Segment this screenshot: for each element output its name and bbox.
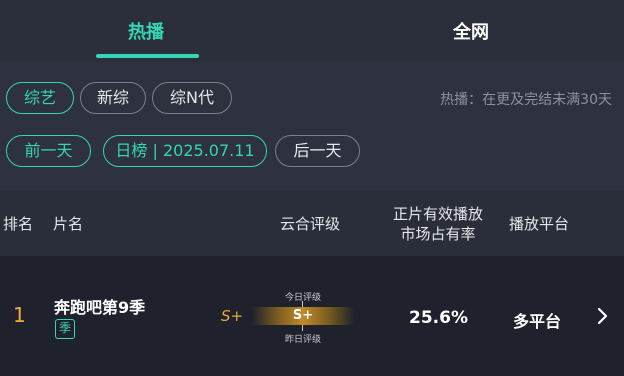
filter-hint: 热播：在更及完结未满30天 xyxy=(440,92,612,108)
tab-all[interactable]: 全网 xyxy=(453,18,489,44)
filter-variety[interactable]: 综艺 xyxy=(6,82,74,114)
header-rank: 排名 xyxy=(3,215,34,233)
tab-bar: 热播 全网 xyxy=(0,0,624,62)
row-rank: 1 xyxy=(13,303,26,327)
header-share-line2: 市场占有率 xyxy=(400,225,476,243)
prev-day-button[interactable]: 前一天 xyxy=(6,135,91,167)
row-share: 25.6% xyxy=(409,308,468,328)
next-day-button[interactable]: 后一天 xyxy=(275,135,360,167)
table-header: 排名 片名 云合评级 正片有效播放 市场占有率 播放平台 xyxy=(0,190,624,256)
tab-hot[interactable]: 热播 xyxy=(128,18,164,44)
today-grade-label: 今日评级 xyxy=(284,293,321,303)
header-share: 正片有效播放 市场占有率 xyxy=(389,204,487,244)
filter-panel: 综艺 新综 综N代 热播：在更及完结未满30天 前一天 日榜 | 2025.07… xyxy=(0,62,624,190)
header-platform: 播放平台 xyxy=(509,215,570,233)
header-rating: 云合评级 xyxy=(280,215,341,233)
grade-bar: S+ xyxy=(252,307,354,325)
season-tag: 季 xyxy=(55,319,75,339)
filter-variety-sequel[interactable]: 综N代 xyxy=(152,82,232,114)
active-tab-indicator xyxy=(96,54,199,58)
header-share-line1: 正片有效播放 xyxy=(392,205,483,223)
yesterday-grade-tick xyxy=(302,325,303,331)
row-grade: S+ xyxy=(292,308,314,323)
filter-new-variety[interactable]: 新综 xyxy=(80,82,146,114)
row-platform: 多平台 xyxy=(513,312,562,331)
header-title: 片名 xyxy=(53,215,84,233)
yesterday-grade-label: 昨日评级 xyxy=(284,335,321,345)
row-title[interactable]: 奔跑吧第9季 xyxy=(54,294,145,318)
date-selector[interactable]: 日榜 | 2025.07.11 xyxy=(103,135,267,167)
chevron-right-icon[interactable] xyxy=(597,306,609,331)
row-prev-grade: S+ xyxy=(221,307,244,325)
